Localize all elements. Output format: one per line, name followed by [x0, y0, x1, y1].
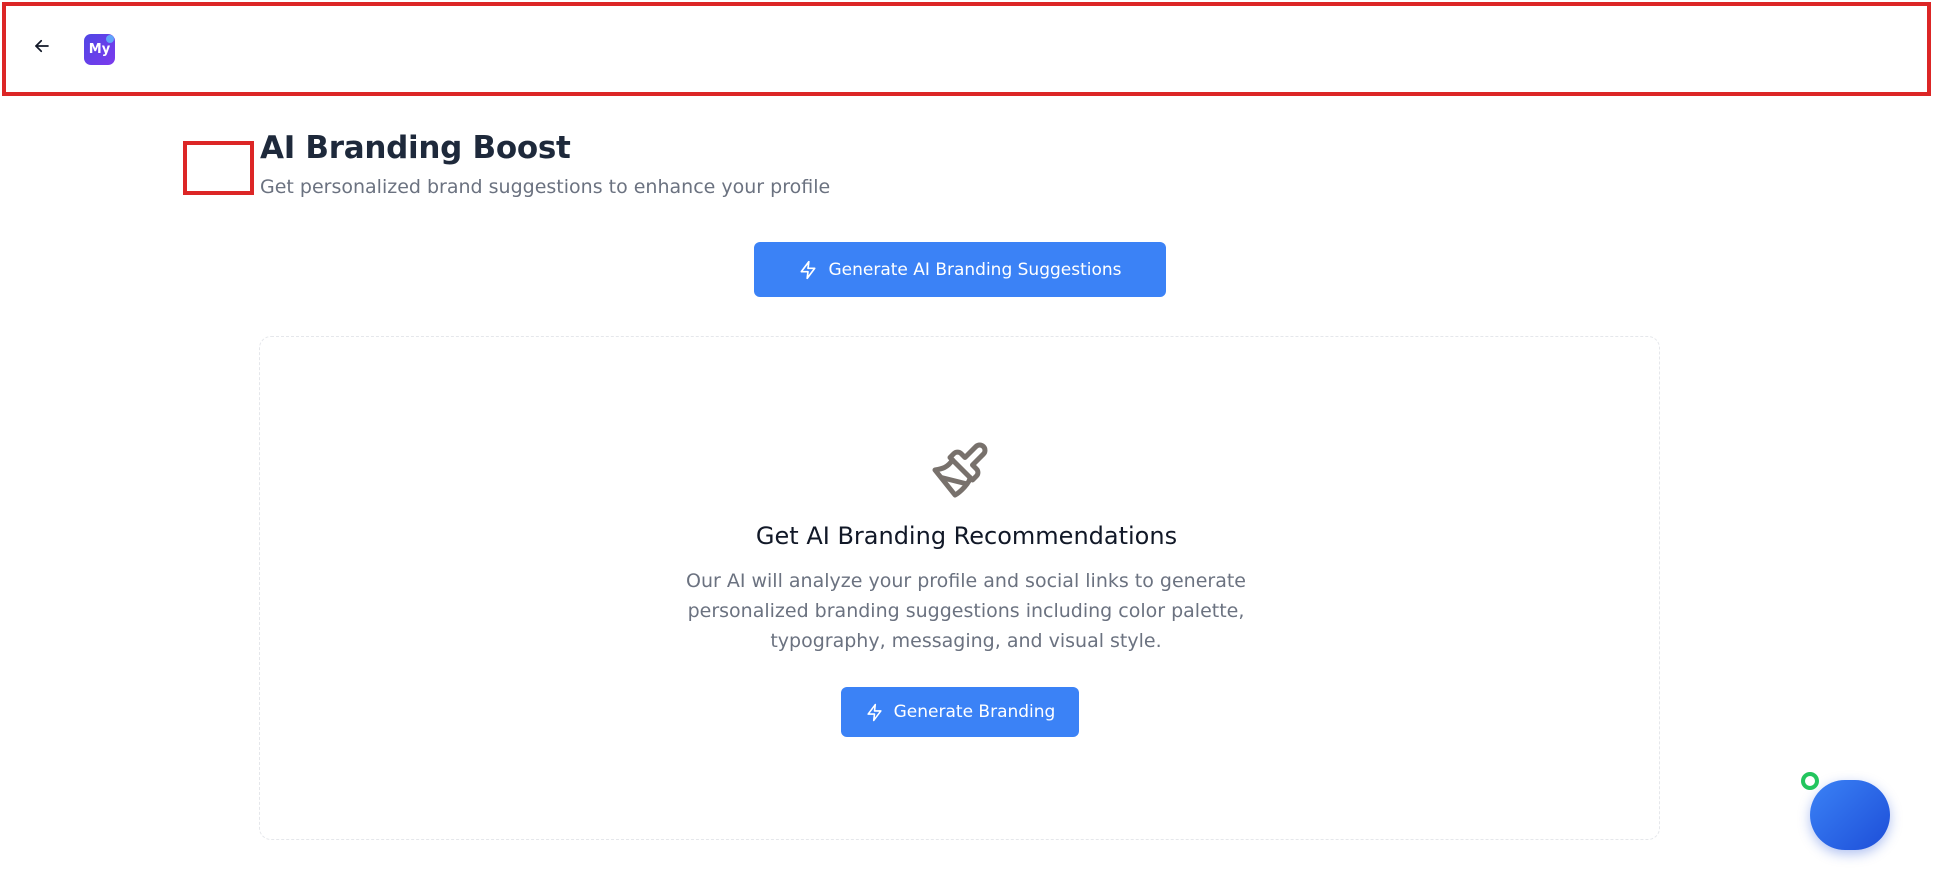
back-button[interactable] [30, 34, 54, 58]
generate-branding-label: Generate Branding [893, 702, 1056, 722]
generate-suggestions-label: Generate AI Branding Suggestions [828, 259, 1122, 280]
highlight-box [183, 141, 254, 195]
card-title: Get AI Branding Recommendations [755, 522, 1178, 550]
chat-button[interactable] [1810, 780, 1890, 850]
generate-suggestions-button[interactable]: Generate AI Branding Suggestions [754, 242, 1166, 297]
page-title: AI Branding Boost [260, 130, 571, 166]
top-bar [2, 2, 1931, 96]
page-subtitle: Get personalized brand suggestions to en… [260, 176, 831, 198]
logo-text: My [88, 42, 111, 57]
online-status-indicator [1801, 772, 1819, 790]
arrow-left-icon [35, 39, 49, 53]
lightning-icon [867, 703, 882, 721]
card-description: Our AI will analyze your profile and soc… [686, 570, 1246, 652]
generate-branding-button[interactable]: Generate Branding [841, 687, 1079, 737]
paintbrush-icon [932, 442, 988, 498]
app-logo[interactable]: My [84, 34, 115, 65]
lightning-icon [800, 260, 816, 279]
logo-dot [106, 35, 114, 43]
